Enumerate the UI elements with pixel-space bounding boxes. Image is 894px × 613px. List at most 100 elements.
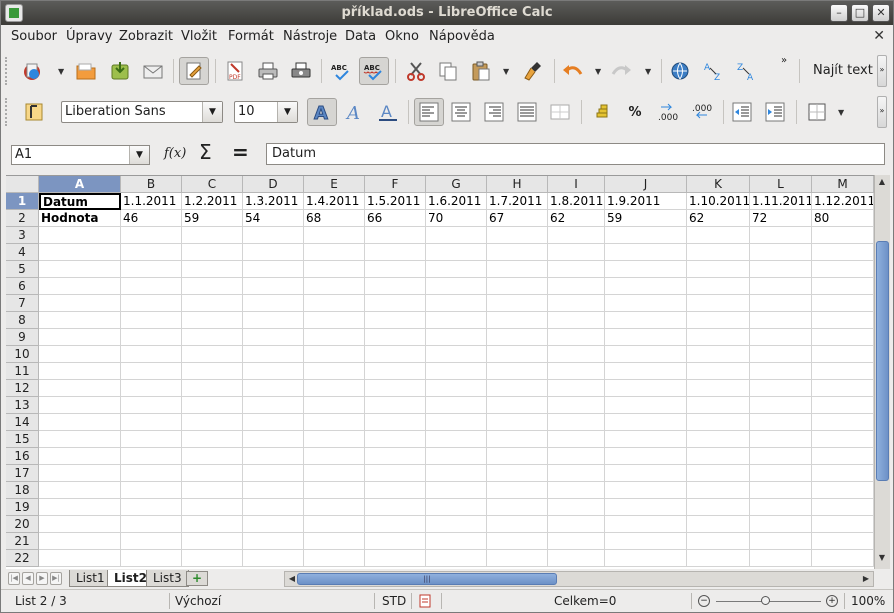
cell-l5[interactable] [750, 261, 812, 278]
cell-i16[interactable] [548, 448, 605, 465]
sum-indicator[interactable]: Celkem=0 [554, 594, 616, 608]
cell-j7[interactable] [605, 295, 687, 312]
cell-i20[interactable] [548, 516, 605, 533]
cell-k21[interactable] [687, 533, 750, 550]
cell-c11[interactable] [182, 363, 243, 380]
cell-c3[interactable] [182, 227, 243, 244]
currency-icon[interactable] [587, 98, 617, 126]
cell-j11[interactable] [605, 363, 687, 380]
row-header-5[interactable]: 5 [6, 261, 39, 278]
redo-dropdown-icon[interactable]: ▼ [645, 67, 651, 76]
cell-i5[interactable] [548, 261, 605, 278]
cell-m7[interactable] [812, 295, 874, 312]
cell-m12[interactable] [812, 380, 874, 397]
sheet-tab-list1[interactable]: List1 [69, 570, 112, 587]
row-header-17[interactable]: 17 [6, 465, 39, 482]
cell-f3[interactable] [365, 227, 426, 244]
cell-m10[interactable] [812, 346, 874, 363]
next-sheet-icon[interactable]: ▶ [36, 572, 48, 585]
last-sheet-icon[interactable]: ▶| [50, 572, 62, 585]
cell-f17[interactable] [365, 465, 426, 482]
row-header-11[interactable]: 11 [6, 363, 39, 380]
cell-l13[interactable] [750, 397, 812, 414]
cell-c9[interactable] [182, 329, 243, 346]
cell-h15[interactable] [487, 431, 548, 448]
cell-g19[interactable] [426, 499, 487, 516]
page-style[interactable]: Výchozí [175, 594, 221, 608]
sort-descending-icon[interactable]: ZA [731, 57, 761, 85]
cell-e9[interactable] [304, 329, 365, 346]
row-header-3[interactable]: 3 [6, 227, 39, 244]
horizontal-scroll-thumb[interactable]: ||| [297, 573, 557, 585]
row-header-20[interactable]: 20 [6, 516, 39, 533]
cell-a7[interactable] [39, 295, 121, 312]
cell-d15[interactable] [243, 431, 304, 448]
cell-f11[interactable] [365, 363, 426, 380]
cell-e21[interactable] [304, 533, 365, 550]
cell-h19[interactable] [487, 499, 548, 516]
cell-j12[interactable] [605, 380, 687, 397]
cell-b8[interactable] [121, 312, 182, 329]
cell-e14[interactable] [304, 414, 365, 431]
cell-c5[interactable] [182, 261, 243, 278]
cell-h2[interactable]: 67 [487, 210, 548, 227]
cell-a10[interactable] [39, 346, 121, 363]
cell-h20[interactable] [487, 516, 548, 533]
cell-j16[interactable] [605, 448, 687, 465]
row-header-12[interactable]: 12 [6, 380, 39, 397]
cell-l1[interactable]: 1.11.2011 [750, 193, 812, 210]
cell-h3[interactable] [487, 227, 548, 244]
chevron-down-icon[interactable]: ▼ [129, 146, 149, 164]
cell-e5[interactable] [304, 261, 365, 278]
maximize-button[interactable]: □ [851, 4, 869, 22]
cell-g6[interactable] [426, 278, 487, 295]
cell-b21[interactable] [121, 533, 182, 550]
cell-l4[interactable] [750, 244, 812, 261]
cell-j15[interactable] [605, 431, 687, 448]
justify-icon[interactable] [512, 98, 542, 126]
cell-i14[interactable] [548, 414, 605, 431]
cell-j2[interactable]: 59 [605, 210, 687, 227]
export-pdf-icon[interactable]: PDF [220, 57, 250, 85]
cell-f12[interactable] [365, 380, 426, 397]
cell-m20[interactable] [812, 516, 874, 533]
cell-d14[interactable] [243, 414, 304, 431]
cell-a12[interactable] [39, 380, 121, 397]
cell-g15[interactable] [426, 431, 487, 448]
cell-k5[interactable] [687, 261, 750, 278]
cell-l15[interactable] [750, 431, 812, 448]
cell-f7[interactable] [365, 295, 426, 312]
print-preview-icon[interactable] [286, 57, 316, 85]
cell-g1[interactable]: 1.6.2011 [426, 193, 487, 210]
cell-i7[interactable] [548, 295, 605, 312]
row-header-14[interactable]: 14 [6, 414, 39, 431]
cell-d4[interactable] [243, 244, 304, 261]
cell-b13[interactable] [121, 397, 182, 414]
cell-i12[interactable] [548, 380, 605, 397]
chevron-down-icon[interactable]: ▼ [277, 102, 297, 122]
add-decimal-icon[interactable]: .000 [653, 98, 683, 126]
undo-dropdown-icon[interactable]: ▼ [595, 67, 601, 76]
cell-e6[interactable] [304, 278, 365, 295]
cell-g12[interactable] [426, 380, 487, 397]
cell-c7[interactable] [182, 295, 243, 312]
cell-f9[interactable] [365, 329, 426, 346]
cell-l19[interactable] [750, 499, 812, 516]
cell-j13[interactable] [605, 397, 687, 414]
cell-e11[interactable] [304, 363, 365, 380]
cell-g20[interactable] [426, 516, 487, 533]
cell-g3[interactable] [426, 227, 487, 244]
cell-f8[interactable] [365, 312, 426, 329]
cell-m18[interactable] [812, 482, 874, 499]
cell-f4[interactable] [365, 244, 426, 261]
cell-g8[interactable] [426, 312, 487, 329]
cell-b17[interactable] [121, 465, 182, 482]
zoom-in-icon[interactable]: + [826, 595, 838, 607]
scroll-right-icon[interactable]: ▶ [859, 572, 873, 586]
cell-m17[interactable] [812, 465, 874, 482]
cell-a18[interactable] [39, 482, 121, 499]
cell-k22[interactable] [687, 550, 750, 567]
horizontal-scrollbar[interactable]: ◀ ||| ▶ [284, 571, 874, 587]
cell-c20[interactable] [182, 516, 243, 533]
row-header-9[interactable]: 9 [6, 329, 39, 346]
